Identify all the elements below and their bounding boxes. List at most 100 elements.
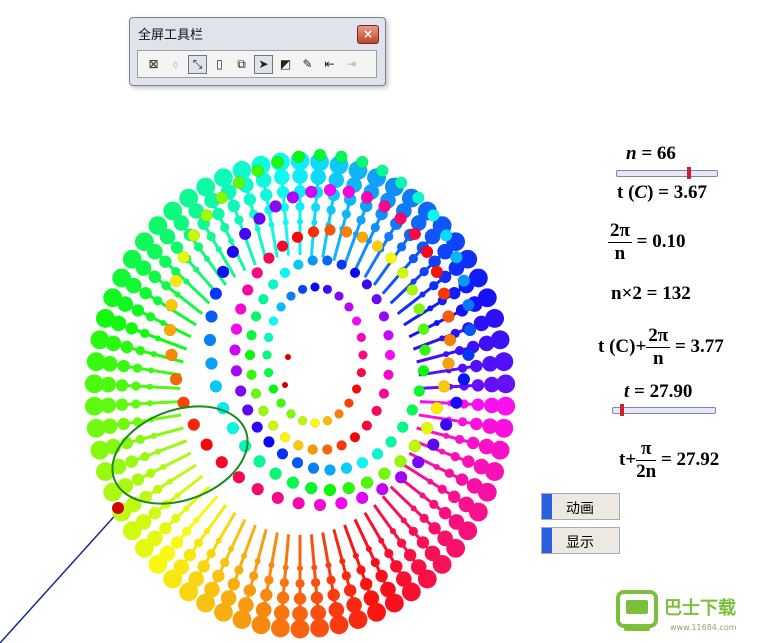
spoke-ball [232, 161, 252, 180]
coil-ball [334, 409, 344, 419]
close-button[interactable]: × [357, 25, 379, 44]
spoke-ball [494, 352, 514, 372]
coil-ball [378, 311, 390, 322]
n-slider[interactable] [616, 167, 718, 179]
spoke-ball [496, 396, 516, 416]
coil-ball [443, 333, 457, 347]
tool-pen-button[interactable]: ✎ [298, 55, 317, 74]
spoke-ball [182, 526, 192, 536]
spoke-ball [179, 188, 199, 208]
spoke-ball [131, 381, 141, 391]
spoke-ball [448, 490, 461, 504]
coil-ball [371, 293, 382, 305]
coil-ball [216, 265, 230, 279]
spoke-ball [365, 545, 372, 552]
spoke-ball [494, 418, 514, 438]
coil-ball [450, 396, 463, 409]
coil-ball [244, 349, 256, 361]
coil-ball [238, 439, 252, 453]
coil-ball [279, 267, 291, 278]
coil-ball [439, 229, 453, 242]
tool-select-button[interactable]: ◩ [276, 55, 295, 74]
spoke-ball [356, 565, 366, 575]
n-slider-knob[interactable] [687, 167, 691, 179]
spoke-ball [140, 452, 150, 462]
spoke-ball [150, 351, 157, 358]
coil-ball [209, 287, 223, 300]
tool-forward-button[interactable]: ⇥ [342, 55, 361, 74]
spoke-ball [227, 577, 240, 591]
spoke-ball [154, 335, 161, 342]
spoke-ball [310, 605, 327, 621]
spiral-torus-artwork [0, 148, 516, 643]
spoke-ball [457, 417, 468, 427]
t-plus-pi-over-2n-measurement[interactable]: t+ π 2n = 27.92 [619, 438, 719, 483]
show-button[interactable]: 显示 [541, 527, 620, 554]
coil-ball [267, 279, 279, 290]
spoke-ball [292, 168, 308, 184]
coil-ball [234, 385, 247, 397]
t-slider-knob[interactable] [620, 404, 625, 416]
spoke-ball [403, 548, 417, 562]
coil-ball [462, 298, 475, 312]
spoke-ball [490, 330, 510, 350]
spoke-ball [206, 231, 216, 242]
spoke-ball [311, 219, 318, 226]
spoke-ball [232, 610, 252, 629]
tool-measure-button[interactable]: ▯ [210, 55, 229, 74]
coil-ball [457, 373, 471, 386]
spoke-ball [410, 505, 417, 512]
show-button-marker [542, 528, 552, 553]
spoke-ball [150, 432, 157, 439]
spoke-ball [410, 278, 417, 285]
animate-button-marker [542, 494, 552, 519]
coil-ball [439, 418, 453, 431]
two-pi-over-n-measurement[interactable]: 2π n = 0.10 [608, 220, 686, 265]
spoke-ball [196, 593, 216, 613]
coil-ball [322, 284, 333, 295]
tool-arrow-button[interactable]: ➤ [254, 54, 273, 74]
t-c-measurement[interactable]: t (C) = 3.67 [617, 182, 707, 204]
spoke-ball [326, 205, 336, 215]
coil-ball [442, 310, 455, 323]
spoke-ball [215, 246, 222, 253]
spoke-ball [214, 168, 233, 188]
spoke-ball [427, 478, 434, 485]
t-slider[interactable] [612, 404, 716, 416]
spoke-ball [438, 506, 452, 520]
spoke-ball [462, 455, 475, 468]
coil-ball [334, 291, 344, 301]
tool-point-button[interactable]: ⬨ [166, 55, 185, 74]
tool-copy-button[interactable]: ⧉ [232, 55, 251, 74]
coil-ball [356, 155, 369, 169]
spoke-ball [145, 312, 156, 322]
spoke-ball [490, 440, 510, 460]
spoke-ball [310, 169, 327, 185]
coil-ball [406, 284, 419, 296]
n-measurement[interactable]: n = 66 [626, 143, 676, 165]
n-times-two-measurement[interactable]: n×2 = 132 [611, 283, 691, 305]
tool-compass-button[interactable]: ⤡ [188, 54, 207, 74]
animate-button[interactable]: 动画 [541, 493, 620, 520]
spoke-ball [183, 505, 190, 512]
spoke-ball [122, 249, 142, 269]
spoke-ball [310, 618, 329, 638]
tool-hide-button[interactable]: ⊠ [144, 55, 163, 74]
spoke-ball [215, 537, 222, 544]
spoke-ball [131, 473, 145, 486]
tool-back-button[interactable]: ⇤ [320, 55, 339, 74]
coil-ball [356, 367, 367, 378]
coil-ball [269, 467, 282, 480]
coil-ball [420, 245, 434, 259]
tc-plus-two-pi-over-n-measurement[interactable]: t (C)+ 2π n = 3.77 [598, 325, 724, 370]
t-measurement[interactable]: t = 27.90 [624, 381, 692, 403]
watermark: 巴士下载 www.11684.com [614, 588, 754, 643]
coil-ball [420, 421, 434, 435]
spoke-ball [153, 296, 163, 306]
coil-ball [271, 155, 284, 169]
coil-ball [351, 384, 362, 394]
coil-ball [165, 348, 178, 362]
coil-ball [169, 274, 183, 287]
spoke-ball [115, 379, 129, 392]
spoke-ball [432, 554, 452, 574]
